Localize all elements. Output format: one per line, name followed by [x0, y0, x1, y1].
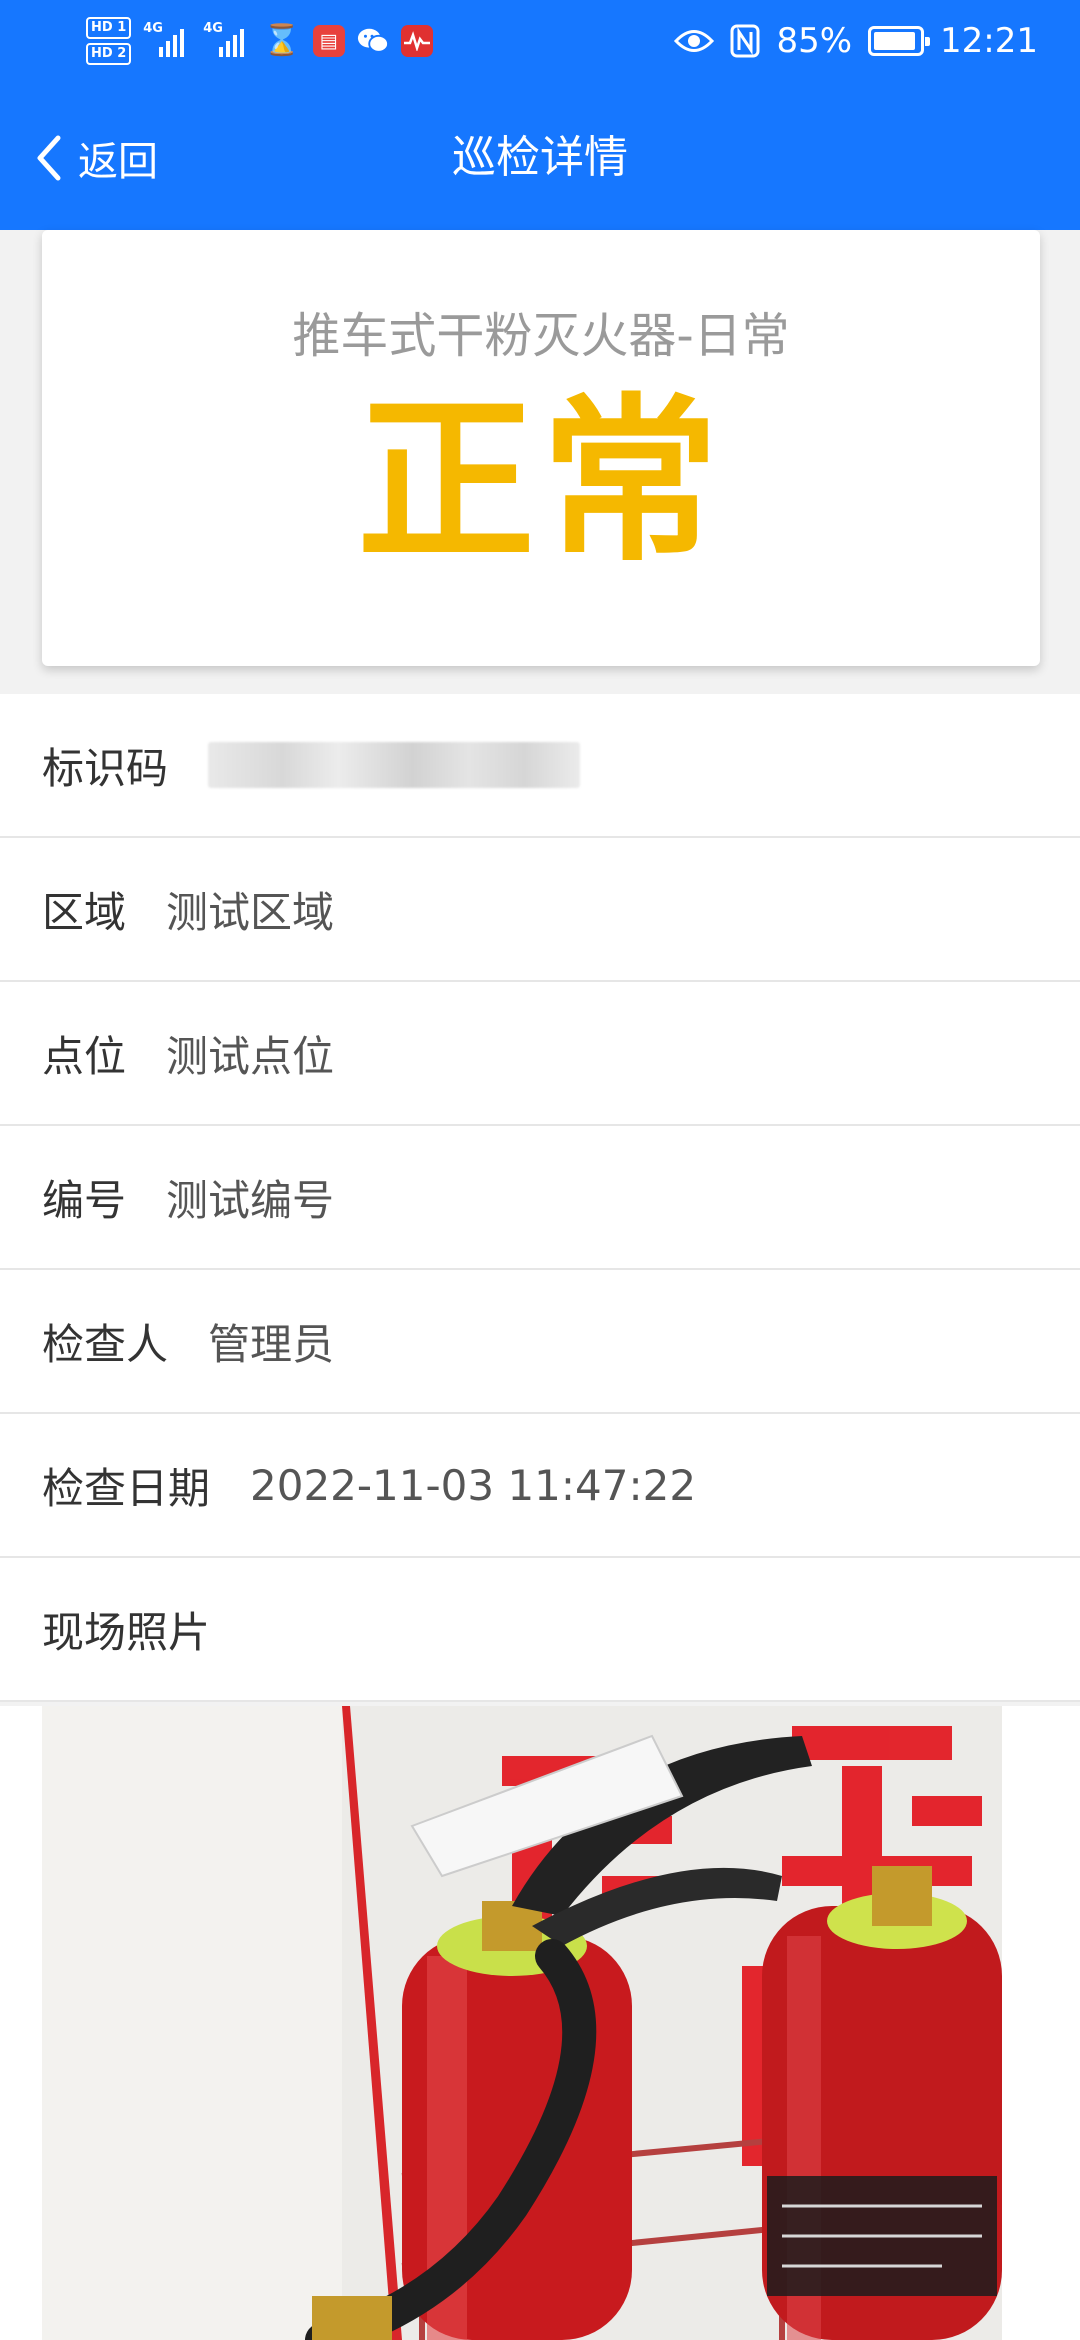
device-title: 推车式干粉灭火器-日常: [292, 308, 790, 364]
status-bar: HD 1 HD 2 4G 4G ⌛ ▤ 85% 12:21: [0, 0, 1080, 82]
wechat-icon: [357, 25, 389, 57]
detail-value: 测试编号: [166, 1175, 335, 1225]
sim-indicators: HD 1 HD 2: [86, 17, 132, 65]
sim2-badge: HD 2: [86, 43, 132, 65]
site-photo[interactable]: [42, 1706, 1002, 2340]
detail-label: 编号: [42, 1175, 127, 1225]
pulse-app-icon: [400, 25, 433, 57]
detail-label: 标识码: [42, 743, 169, 793]
detail-row-date: 检查日期 2022-11-03 11:47:22: [0, 1414, 1080, 1558]
detail-row-area: 区域 测试区域: [0, 838, 1080, 982]
detail-row-inspector: 检查人 管理员: [0, 1270, 1080, 1414]
detail-label: 现场照片: [42, 1607, 211, 1657]
signal-icon: 4G: [143, 21, 191, 61]
detail-row-photo: 现场照片: [0, 1558, 1080, 1702]
detail-value: 测试区域: [166, 887, 335, 937]
battery-icon: [868, 26, 931, 56]
fire-extinguisher-photo: [42, 1706, 1002, 2340]
detail-label: 检查人: [42, 1319, 169, 1369]
photo-section: [0, 1706, 1080, 2340]
detail-row-point: 点位 测试点位: [0, 982, 1080, 1126]
inspection-status: 正常: [357, 378, 725, 585]
id-code-value-redacted: [208, 742, 581, 788]
detail-row-id-code: 标识码: [0, 694, 1080, 838]
detail-label: 区域: [42, 887, 127, 937]
book-app-icon: ▤: [312, 25, 345, 57]
nfc-icon: [730, 24, 760, 58]
detail-label: 点位: [42, 1031, 127, 1081]
detail-value: 2022-11-03 11:47:22: [250, 1460, 697, 1510]
sim1-badge: HD 1: [86, 17, 132, 39]
detail-list: 标识码 区域 测试区域 点位 测试点位 编号 测试编号 检查人 管理员 检查日期…: [0, 694, 1080, 1702]
nav-bar: 返回 巡检详情: [0, 82, 1080, 230]
detail-value: 管理员: [208, 1319, 335, 1369]
signal-icon: 4G: [203, 21, 251, 61]
detail-value: 测试点位: [166, 1031, 335, 1081]
eye-icon: [674, 30, 715, 52]
status-bar-right: 85% 12:21: [674, 12, 1038, 70]
clock: 12:21: [940, 21, 1038, 61]
status-bar-left: HD 1 HD 2 4G 4G ⌛ ▤: [86, 12, 433, 70]
hourglass-icon: ⌛: [263, 23, 301, 58]
inspection-status-card: 推车式干粉灭火器-日常 正常: [42, 230, 1040, 666]
detail-label: 检查日期: [42, 1463, 211, 1513]
detail-row-number: 编号 测试编号: [0, 1126, 1080, 1270]
page-title: 巡检详情: [452, 132, 628, 183]
battery-percent: 85%: [776, 21, 853, 61]
